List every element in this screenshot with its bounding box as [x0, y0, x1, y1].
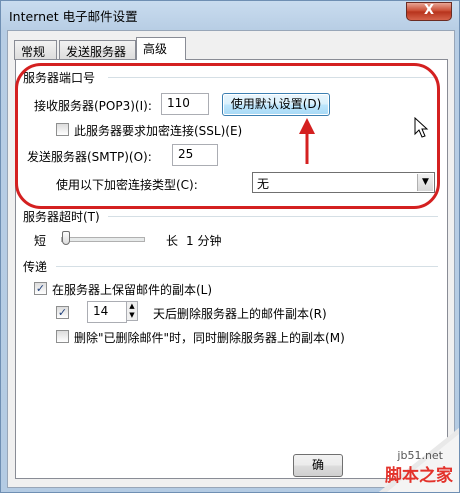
timeout-slider-track[interactable]: [61, 237, 145, 242]
dialog-window: Internet 电子邮件设置 X 常规 发送服务器 高级 服务器端口号 接收服…: [0, 0, 460, 493]
remove-after-checkbox[interactable]: ✓: [56, 306, 69, 319]
timeout-slider-thumb[interactable]: [62, 231, 70, 245]
annotation-highlight: [15, 63, 440, 209]
timeout-value: 1 分钟: [186, 234, 222, 248]
keep-copy-checkbox[interactable]: ✓: [34, 282, 47, 295]
spin-up-icon[interactable]: ▲: [127, 302, 137, 311]
remove-after-days-input[interactable]: 14: [87, 301, 127, 323]
timeout-short-label: 短: [34, 234, 47, 248]
spin-down-icon[interactable]: ▼: [127, 311, 137, 320]
tab-general[interactable]: 常规: [14, 40, 57, 60]
annotation-arrow-icon: [299, 118, 315, 164]
tab-advanced[interactable]: 高级: [136, 37, 186, 60]
remove-deleted-label: 删除"已删除邮件"时，同时删除服务器上的副本(M): [74, 331, 345, 345]
remove-deleted-checkbox[interactable]: [56, 330, 69, 343]
timeout-long-label: 长: [166, 234, 179, 248]
title-bar[interactable]: Internet 电子邮件设置 X: [1, 1, 459, 29]
window-title: Internet 电子邮件设置: [9, 9, 138, 24]
close-button[interactable]: X: [406, 2, 452, 21]
days-spinner[interactable]: ▲ ▼: [126, 301, 138, 321]
group-divider: [56, 266, 438, 267]
group-title-timeout: 服务器超时(T): [23, 210, 100, 224]
tab-outgoing-server[interactable]: 发送服务器: [59, 40, 136, 60]
group-divider: [108, 216, 438, 217]
mouse-cursor-icon: [414, 117, 429, 138]
remove-after-label: 天后删除服务器上的邮件副本(R): [153, 307, 327, 321]
watermark-text: 脚本之家: [385, 466, 453, 486]
group-title-delivery: 传递: [23, 260, 48, 274]
keep-copy-label: 在服务器上保留邮件的副本(L): [52, 283, 213, 297]
